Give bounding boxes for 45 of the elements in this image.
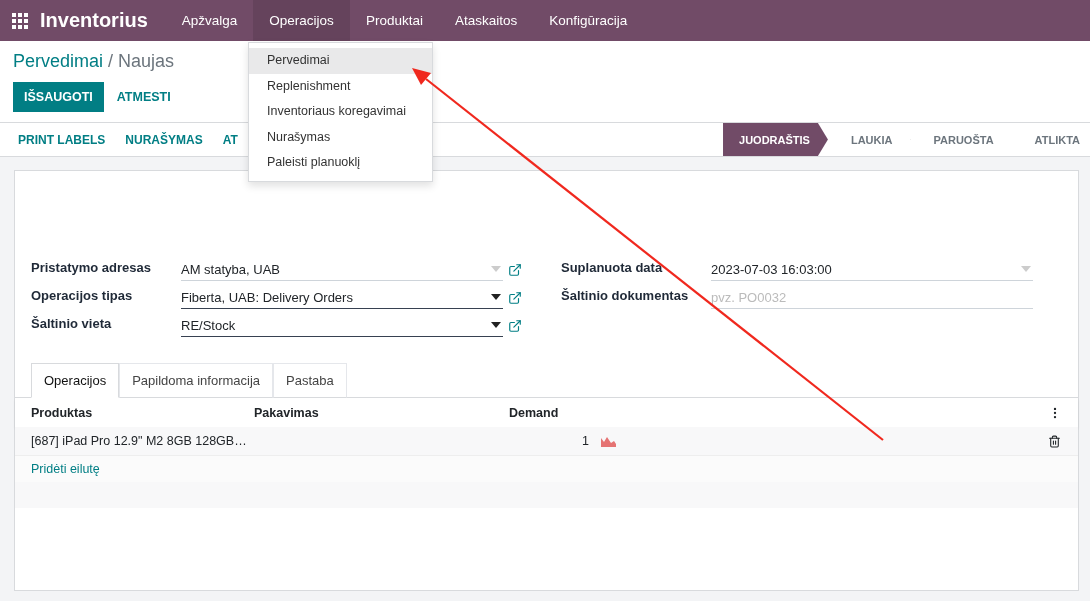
select-field[interactable]: Fiberta, UAB: Delivery Orders: [181, 286, 503, 309]
apps-grid-icon[interactable]: [12, 12, 28, 29]
app-name: Inventorius: [40, 8, 148, 33]
menu-item[interactable]: Pervedimai: [249, 48, 432, 74]
nav-menu-item[interactable]: Operacijos: [253, 0, 350, 41]
select-field[interactable]: AM statyba, UAB: [181, 258, 503, 281]
field-label: Operacijos tipas: [31, 287, 134, 305]
caret-icon: [491, 266, 501, 272]
column-header: Pakavimas: [254, 405, 320, 420]
menu-item[interactable]: Replenishment: [249, 73, 432, 99]
column-header: Produktas: [31, 405, 94, 420]
caret-icon: [491, 322, 501, 328]
status-stage[interactable]: JUODRAŠTIS: [723, 123, 828, 156]
breadcrumb-current: Naujas: [118, 51, 175, 72]
breadcrumb-link[interactable]: Pervedimai: [13, 51, 104, 72]
tab[interactable]: Papildoma informacija: [119, 363, 274, 398]
nav-menu-item[interactable]: Ataskaitos: [438, 0, 534, 41]
nav-menu-item[interactable]: Produktai: [349, 0, 439, 41]
action-button[interactable]: PRINT LABELS: [8, 132, 116, 147]
table-cell-text: 1: [581, 434, 589, 448]
caret-icon: [491, 294, 501, 300]
action-button[interactable]: AT: [212, 132, 238, 147]
nav-menu-item[interactable]: Konfigūracija: [533, 0, 644, 41]
tab[interactable]: Pastaba: [273, 363, 347, 398]
table-cell-text: [687] iPad Pro 12.9" M2 8GB 128GB…: [31, 434, 248, 448]
nav-menu-item[interactable]: Apžvalga: [165, 0, 254, 41]
delete-icon[interactable]: [1048, 434, 1061, 448]
date-field[interactable]: 2023-07-03 16:03:00: [711, 258, 1033, 281]
add-line-link[interactable]: Pridėti eilutę: [31, 462, 100, 476]
breadcrumb-separator: /: [108, 51, 114, 72]
discard-button[interactable]: ATMESTI: [105, 82, 182, 112]
save-button[interactable]: IŠSAUGOTI: [13, 82, 104, 112]
select-field[interactable]: RE/Stock: [181, 314, 503, 337]
area-chart-icon[interactable]: [601, 435, 616, 447]
column-header: Demand: [509, 405, 560, 420]
menu-item[interactable]: Paleisti planuoklį: [249, 150, 432, 176]
field-label: Pristatymo adresas: [31, 259, 152, 277]
tab[interactable]: Operacijos: [31, 363, 120, 398]
field-label: Šaltinio dokumentas: [561, 287, 690, 305]
field-label: Šaltinio vieta: [31, 315, 113, 333]
action-button[interactable]: NURAŠYMAS: [115, 132, 213, 147]
menu-item[interactable]: Nurašymas: [249, 124, 432, 150]
caret-icon: [1021, 266, 1031, 272]
field-label: Suplanuota data: [561, 259, 664, 277]
menu-item[interactable]: Inventoriaus koregavimai: [249, 99, 432, 125]
